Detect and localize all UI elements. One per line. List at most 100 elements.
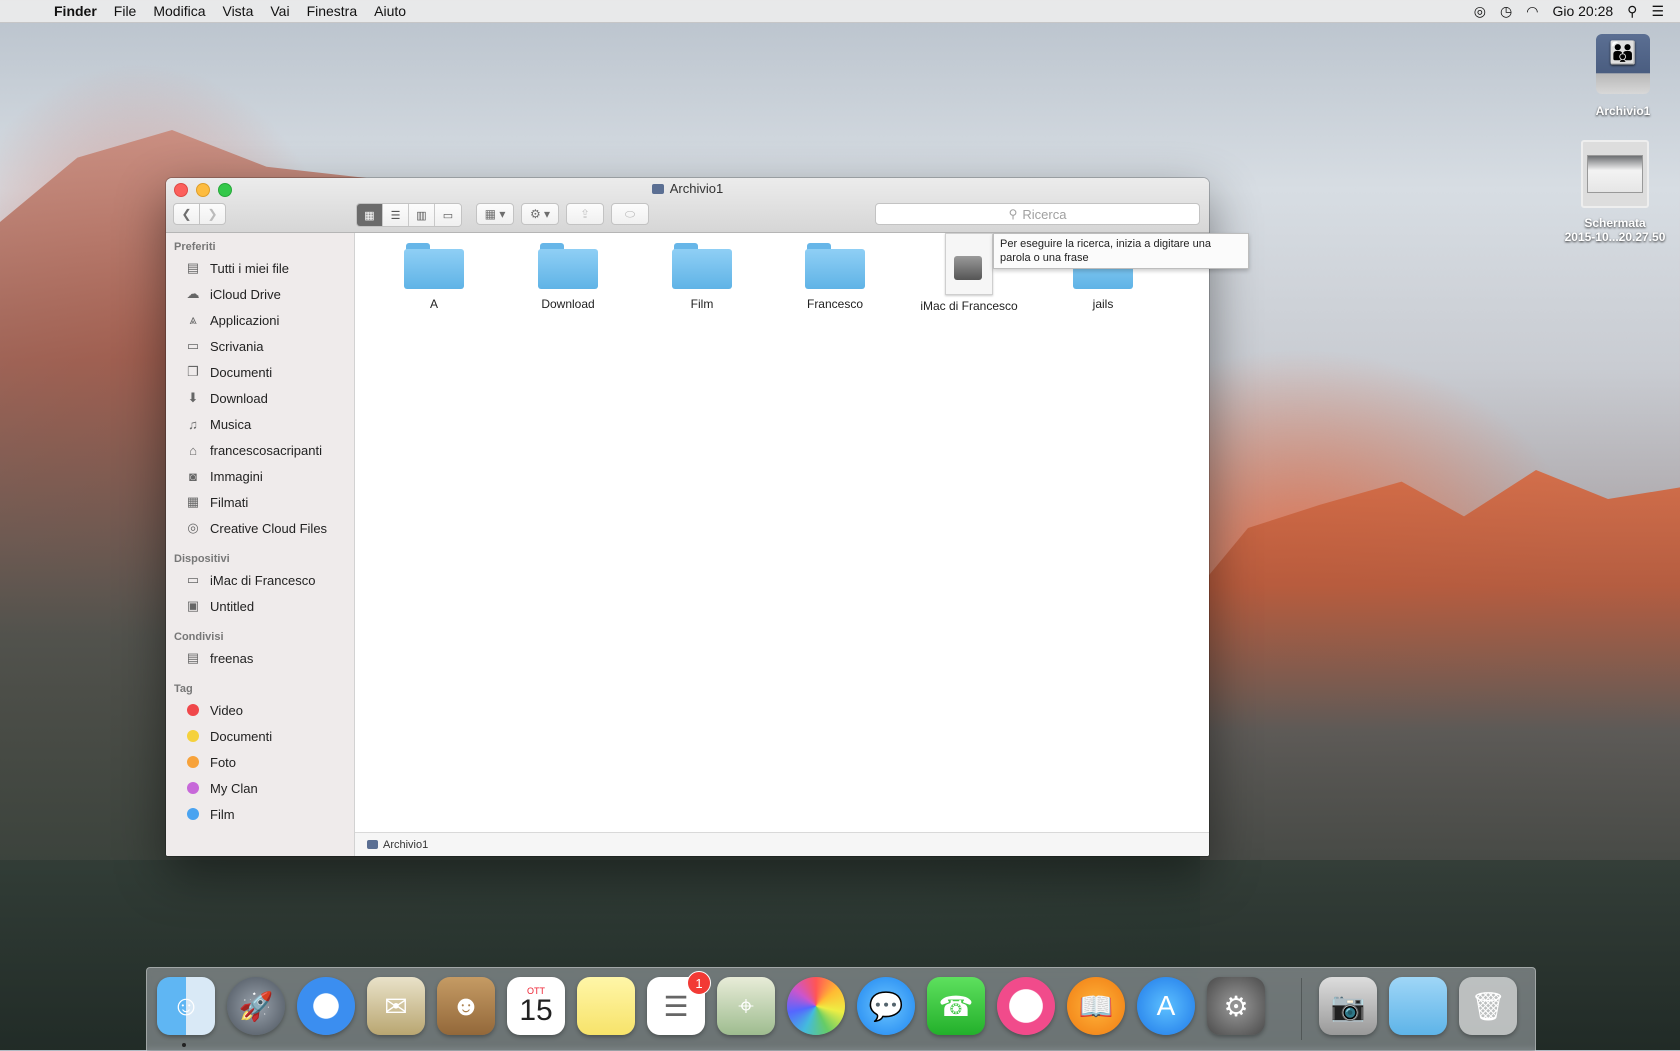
facetime-dock-icon[interactable]: ☎ xyxy=(927,977,985,1035)
system-preferences-dock-icon[interactable]: ⚙ xyxy=(1207,977,1265,1035)
back-button[interactable]: ❮ xyxy=(173,203,200,225)
window-titlebar[interactable]: Archivio1 ❮ ❯ ▦ ☰ ▥ ▭ ▦ ▾ ⚙ ▾ ⇪ ⬭ ⚲ Rice… xyxy=(166,178,1209,233)
menu-bar: Finder File Modifica Vista Vai Finestra … xyxy=(0,0,1680,23)
desktop-icon-archivio1[interactable]: 👪 Archivio1 xyxy=(1583,34,1663,118)
network-server-icon: ▤ xyxy=(186,650,200,665)
icon-view-icon[interactable]: ▦ xyxy=(357,204,383,226)
applications-icon: ⩓ xyxy=(189,312,197,327)
sidebar-tag-video[interactable]: Video xyxy=(166,697,354,723)
documents-icon: ❐ xyxy=(187,364,199,379)
menu-file[interactable]: File xyxy=(114,3,137,19)
trash-dock-icon[interactable]: 🗑 xyxy=(1459,977,1517,1035)
sidebar-section-preferiti: Preferiti xyxy=(174,241,216,253)
time-machine-icon[interactable]: ◷ xyxy=(1500,3,1512,20)
notes-dock-icon[interactable] xyxy=(577,977,635,1035)
forward-button[interactable]: ❯ xyxy=(199,203,226,225)
sidebar-item-musica[interactable]: ♫ Musica xyxy=(166,411,354,437)
arrange-menu-button[interactable]: ▦ ▾ xyxy=(476,203,514,225)
sidebar-item-documenti[interactable]: ❐ Documenti xyxy=(166,359,354,385)
image-capture-dock-icon[interactable]: 📷 xyxy=(1319,977,1377,1035)
disk-image-icon xyxy=(945,233,993,295)
sidebar-tag-foto[interactable]: Foto xyxy=(166,749,354,775)
sidebar-item-untitled[interactable]: ▣ Untitled xyxy=(166,593,354,619)
sidebar-tag-documenti[interactable]: Documenti xyxy=(166,723,354,749)
ibooks-dock-icon[interactable]: 📖 xyxy=(1067,977,1125,1035)
sidebar-item-creative-cloud-files[interactable]: ◎ Creative Cloud Files xyxy=(166,515,354,541)
tag-color-dot xyxy=(187,782,199,794)
sidebar-tag-my-clan[interactable]: My Clan xyxy=(166,775,354,801)
contacts-dock-icon[interactable]: ☻ xyxy=(437,977,495,1035)
menu-finestra[interactable]: Finestra xyxy=(307,3,358,19)
sidebar-item-applicazioni[interactable]: ⩓ Applicazioni xyxy=(166,307,354,333)
menu-modifica[interactable]: Modifica xyxy=(153,3,205,19)
film-strip-icon: ▦ xyxy=(186,494,200,509)
safari-dock-icon[interactable]: ✦ xyxy=(297,977,355,1035)
search-tooltip: Per eseguire la ricerca, inizia a digita… xyxy=(993,233,1249,269)
file-item-a[interactable]: A xyxy=(374,241,494,311)
cloud-icon: ☁ xyxy=(186,286,200,301)
mail-dock-icon[interactable]: ✉ xyxy=(367,977,425,1035)
desktop-icon-label: Archivio1 xyxy=(1595,104,1651,118)
menu-app-finder[interactable]: Finder xyxy=(54,3,97,19)
sidebar-item-filmati[interactable]: ▦ Filmati xyxy=(166,489,354,515)
calendar-dock-icon[interactable]: OTT 15 xyxy=(507,977,565,1035)
launchpad-dock-icon[interactable]: 🚀 xyxy=(227,977,285,1035)
action-gear-button[interactable]: ⚙ ▾ xyxy=(521,203,559,225)
sidebar-section-dispositivi: Dispositivi xyxy=(174,553,230,565)
maps-dock-icon[interactable]: ⌖ xyxy=(717,977,775,1035)
sidebar-item-scrivania[interactable]: ▭ Scrivania xyxy=(166,333,354,359)
downloads-stack-dock-icon[interactable] xyxy=(1389,977,1447,1035)
sidebar-item-icloud-drive[interactable]: ☁ iCloud Drive xyxy=(166,281,354,307)
tag-color-dot xyxy=(187,704,199,716)
path-bar[interactable]: Archivio1 xyxy=(355,832,1209,856)
cover-flow-view-icon[interactable]: ▭ xyxy=(435,204,461,226)
spotlight-search-icon[interactable]: ⚲ xyxy=(1627,3,1637,20)
sidebar-item-freenas[interactable]: ▤ freenas xyxy=(166,645,354,671)
network-drive-icon: 👪 xyxy=(1596,34,1650,94)
menubar-clock[interactable]: Gio 20:28 xyxy=(1552,3,1613,19)
file-item-film[interactable]: Film xyxy=(642,241,762,311)
dock-separator xyxy=(1301,978,1302,1040)
finder-dock-icon[interactable]: ☺ xyxy=(157,977,215,1035)
file-name: jails xyxy=(1092,297,1114,311)
creative-cloud-icon[interactable]: ◎ xyxy=(1474,3,1486,20)
computer-icon: ▭ xyxy=(186,572,200,587)
sidebar-item-home[interactable]: ⌂ francescosacripanti xyxy=(166,437,354,463)
tags-button[interactable]: ⬭ xyxy=(611,203,649,225)
list-view-icon[interactable]: ☰ xyxy=(383,204,409,226)
reminders-badge: 1 xyxy=(687,971,711,995)
dock: ☺ 🚀 ✦ ✉ ☻ OTT 15 ☰ 1 ⌖ 💬 ☎ ♫ 📖 A ⚙ 📷 🗑 xyxy=(146,967,1536,1051)
reminders-dock-icon[interactable]: ☰ 1 xyxy=(647,971,711,1035)
network-drive-icon xyxy=(367,840,378,849)
sidebar-item-imac[interactable]: ▭ iMac di Francesco xyxy=(166,567,354,593)
file-item-francesco[interactable]: Francesco xyxy=(775,241,895,311)
sidebar-item-download[interactable]: ⬇ Download xyxy=(166,385,354,411)
search-placeholder: Ricerca xyxy=(1022,206,1067,222)
sidebar-tag-film[interactable]: Film xyxy=(166,801,354,827)
file-name: Download xyxy=(541,297,595,311)
photos-dock-icon[interactable] xyxy=(787,977,845,1035)
desktop-icon-screenshot[interactable]: Schermata 2015-10...20.27.50 xyxy=(1556,140,1674,244)
sidebar-item-tutti-i-miei-file[interactable]: ▤ Tutti i miei file xyxy=(166,255,354,281)
calendar-day: 15 xyxy=(519,994,553,1027)
column-view-icon[interactable]: ▥ xyxy=(409,204,435,226)
messages-dock-icon[interactable]: 💬 xyxy=(857,977,915,1035)
wifi-icon[interactable]: ◠ xyxy=(1526,3,1538,20)
file-icon-area[interactable]: A Download Film Francesco iMac di France… xyxy=(355,233,1209,832)
menu-vista[interactable]: Vista xyxy=(222,3,253,19)
file-name: A xyxy=(429,297,438,311)
app-store-dock-icon[interactable]: A xyxy=(1137,977,1195,1035)
file-item-download[interactable]: Download xyxy=(508,241,628,311)
sidebar-item-immagini[interactable]: ◙ Immagini xyxy=(166,463,354,489)
menu-vai[interactable]: Vai xyxy=(270,3,289,19)
itunes-dock-icon[interactable]: ♫ xyxy=(997,977,1055,1035)
disk-icon: ▣ xyxy=(186,598,200,613)
notification-center-icon[interactable]: ☰ xyxy=(1651,3,1664,20)
share-button[interactable]: ⇪ xyxy=(566,203,604,225)
menu-aiuto[interactable]: Aiuto xyxy=(374,3,406,19)
desktop-icon: ▭ xyxy=(186,338,200,353)
creative-cloud-icon: ◎ xyxy=(187,520,199,535)
view-mode-segmented: ▦ ☰ ▥ ▭ xyxy=(356,203,462,227)
folder-icon xyxy=(404,241,464,289)
search-field[interactable]: ⚲ Ricerca xyxy=(875,203,1200,225)
